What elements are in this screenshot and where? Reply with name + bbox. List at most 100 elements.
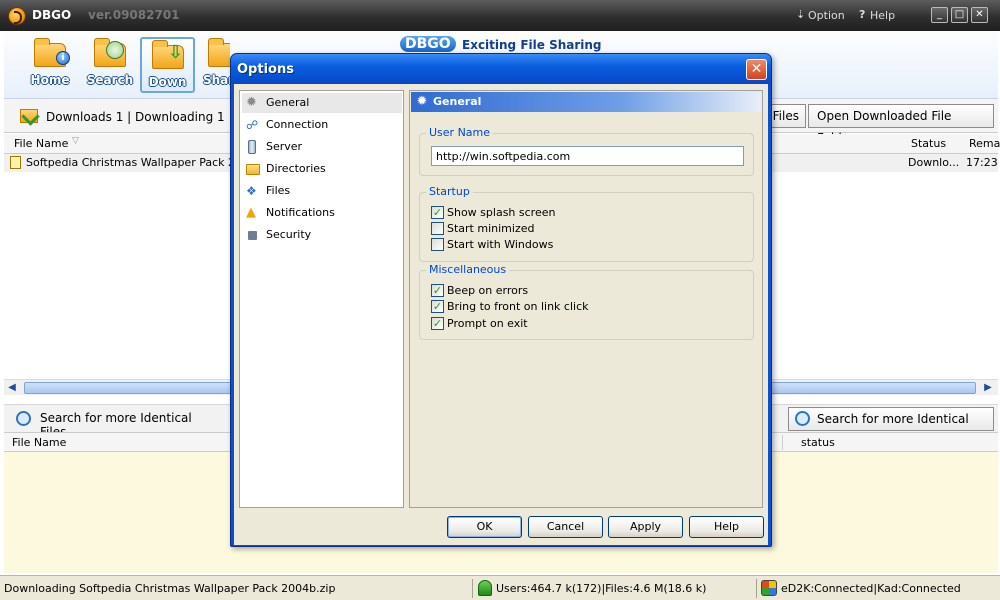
checkbox[interactable] xyxy=(431,238,444,251)
category-general[interactable]: ✹ General xyxy=(242,93,402,113)
scroll-left-icon[interactable]: ◀ xyxy=(4,380,20,396)
category-label: Notifications xyxy=(266,206,335,219)
settings-page: ✹ General User Name Startup ✓ Show splas… xyxy=(409,90,763,508)
status-separator xyxy=(756,579,757,598)
category-label: Security xyxy=(266,228,312,241)
col-remaining[interactable]: Rema xyxy=(969,137,1000,150)
misc-group: Miscellaneous ✓ Beep on errors ✓ Bring t… xyxy=(419,263,754,340)
checkbox-label: Show splash screen xyxy=(447,206,556,219)
page-header: ✹ General xyxy=(411,92,761,112)
search-button[interactable]: Search xyxy=(84,37,136,93)
col-file-name[interactable]: File Name xyxy=(14,137,68,150)
column-divider xyxy=(782,435,783,450)
minimize-button[interactable]: _ xyxy=(931,7,948,23)
page-title: General xyxy=(433,95,482,108)
down-button-label: Down xyxy=(148,75,187,89)
home-button-label: Home xyxy=(30,73,70,87)
category-notifications[interactable]: ▲ Notifications xyxy=(242,203,402,223)
maximize-button[interactable]: □ xyxy=(951,7,968,23)
main-title-bar: DBGO ver.09082701 ⇣ Option ? Help _ □ ✕ xyxy=(0,0,1000,31)
category-server[interactable]: Server xyxy=(242,137,402,157)
share-button[interactable]: Shar xyxy=(200,37,230,93)
group-legend: User Name xyxy=(426,126,494,139)
search-identical-button-right[interactable]: Search for more Identical Files xyxy=(788,407,994,448)
magnifier-icon xyxy=(795,411,810,426)
checkbox[interactable]: ✓ xyxy=(431,300,444,313)
col-status[interactable]: Status xyxy=(911,137,946,150)
apply-button[interactable]: Apply xyxy=(608,516,683,538)
dialog-body: ✹ General ☍ Connection Server Directorie… xyxy=(234,84,768,545)
status-users: Users:464.7 k(172)|Files:4.6 M(18.6 k) xyxy=(496,582,707,595)
checkbox-label: Bring to front on link click xyxy=(447,300,589,313)
category-label: Files xyxy=(266,184,291,197)
option-link[interactable]: Option xyxy=(808,9,845,22)
lock-icon xyxy=(248,231,257,240)
user-name-input[interactable] xyxy=(431,146,744,166)
category-connection[interactable]: ☍ Connection xyxy=(242,115,402,135)
category-directories[interactable]: Directories xyxy=(242,159,402,179)
close-button[interactable]: ✕ xyxy=(971,7,988,23)
downloads-tab-text[interactable]: Downloads 1 | Downloading 1 | Co xyxy=(46,110,252,124)
option-arrow-icon: ⇣ xyxy=(796,8,806,21)
help-question-icon: ? xyxy=(859,8,866,21)
cancel-button[interactable]: Cancel xyxy=(528,516,603,538)
help-link[interactable]: Help xyxy=(870,9,895,22)
startup-group: Startup ✓ Show splash screen Start minim… xyxy=(419,185,754,262)
scroll-right-icon[interactable]: ▶ xyxy=(980,380,996,396)
category-label: Server xyxy=(266,140,303,153)
gear-icon: ✹ xyxy=(246,95,257,110)
group-legend: Startup xyxy=(426,185,473,198)
checkbox-label: Beep on errors xyxy=(447,284,529,297)
status-message: Downloading Softpedia Christmas Wallpape… xyxy=(4,582,336,595)
category-label: General xyxy=(266,96,310,109)
server-icon xyxy=(248,140,256,154)
options-dialog: Options ✕ ✹ General ☍ Connection Server … xyxy=(230,53,772,547)
down-arrow-icon: ⇩ xyxy=(168,42,184,63)
folder-icon xyxy=(246,164,260,175)
user-name-group: User Name xyxy=(419,126,754,176)
category-security[interactable]: Security xyxy=(242,225,402,245)
share-folder-icon xyxy=(208,38,230,67)
gear-icon: ✹ xyxy=(416,94,428,109)
app-version: ver.09082701 xyxy=(88,8,180,22)
download-folder-icon xyxy=(20,109,38,123)
row-remaining: 17:23 r xyxy=(966,156,1000,169)
app-logo-icon xyxy=(8,7,26,25)
app-title: DBGO xyxy=(32,8,72,22)
checkbox[interactable]: ✓ xyxy=(431,317,444,330)
file-icon xyxy=(10,156,21,169)
checkbox[interactable]: ✓ xyxy=(431,284,444,297)
dialog-title-bar[interactable]: Options ✕ xyxy=(231,54,771,84)
share-button-label: Shar xyxy=(203,73,230,87)
files-icon: ❖ xyxy=(246,184,257,198)
dialog-close-button[interactable]: ✕ xyxy=(746,59,767,80)
open-downloaded-folder-button[interactable]: Open Downloaded File Folder xyxy=(808,104,994,145)
brand-logo: DBGO xyxy=(400,36,456,52)
home-button[interactable]: i Home xyxy=(24,37,76,93)
checkbox[interactable] xyxy=(431,222,444,235)
col-identical-status[interactable]: status xyxy=(801,436,835,449)
down-button[interactable]: ⇩ Down xyxy=(140,37,195,93)
users-icon xyxy=(478,580,492,596)
group-legend: Miscellaneous xyxy=(426,263,510,276)
checkbox[interactable]: ✓ xyxy=(431,206,444,219)
category-list: ✹ General ☍ Connection Server Directorie… xyxy=(239,90,404,508)
dialog-title: Options xyxy=(237,62,294,77)
ok-button[interactable]: OK xyxy=(447,516,522,538)
col-identical-file-name[interactable]: File Name xyxy=(12,436,66,449)
search-identical-button-left[interactable]: Search for more Identical Files xyxy=(14,409,210,439)
info-badge-icon: i xyxy=(56,51,70,65)
row-file-name: Softpedia Christmas Wallpaper Pack 2004b xyxy=(26,156,263,169)
row-status: Downlo... xyxy=(908,156,960,169)
help-button[interactable]: Help xyxy=(689,516,764,538)
brand-tagline: Exciting File Sharing xyxy=(462,38,602,52)
category-files[interactable]: ❖ Files xyxy=(242,181,402,201)
status-network: eD2K:Connected|Kad:Connected xyxy=(781,582,961,595)
checkbox-label: Start minimized xyxy=(447,222,535,235)
checkbox-label: Start with Windows xyxy=(447,238,554,251)
status-bar: Downloading Softpedia Christmas Wallpape… xyxy=(0,575,1000,600)
network-status-icon xyxy=(761,580,777,596)
search-button-label: Search xyxy=(86,73,134,87)
category-label: Directories xyxy=(266,162,326,175)
warning-icon: ▲ xyxy=(246,205,256,220)
